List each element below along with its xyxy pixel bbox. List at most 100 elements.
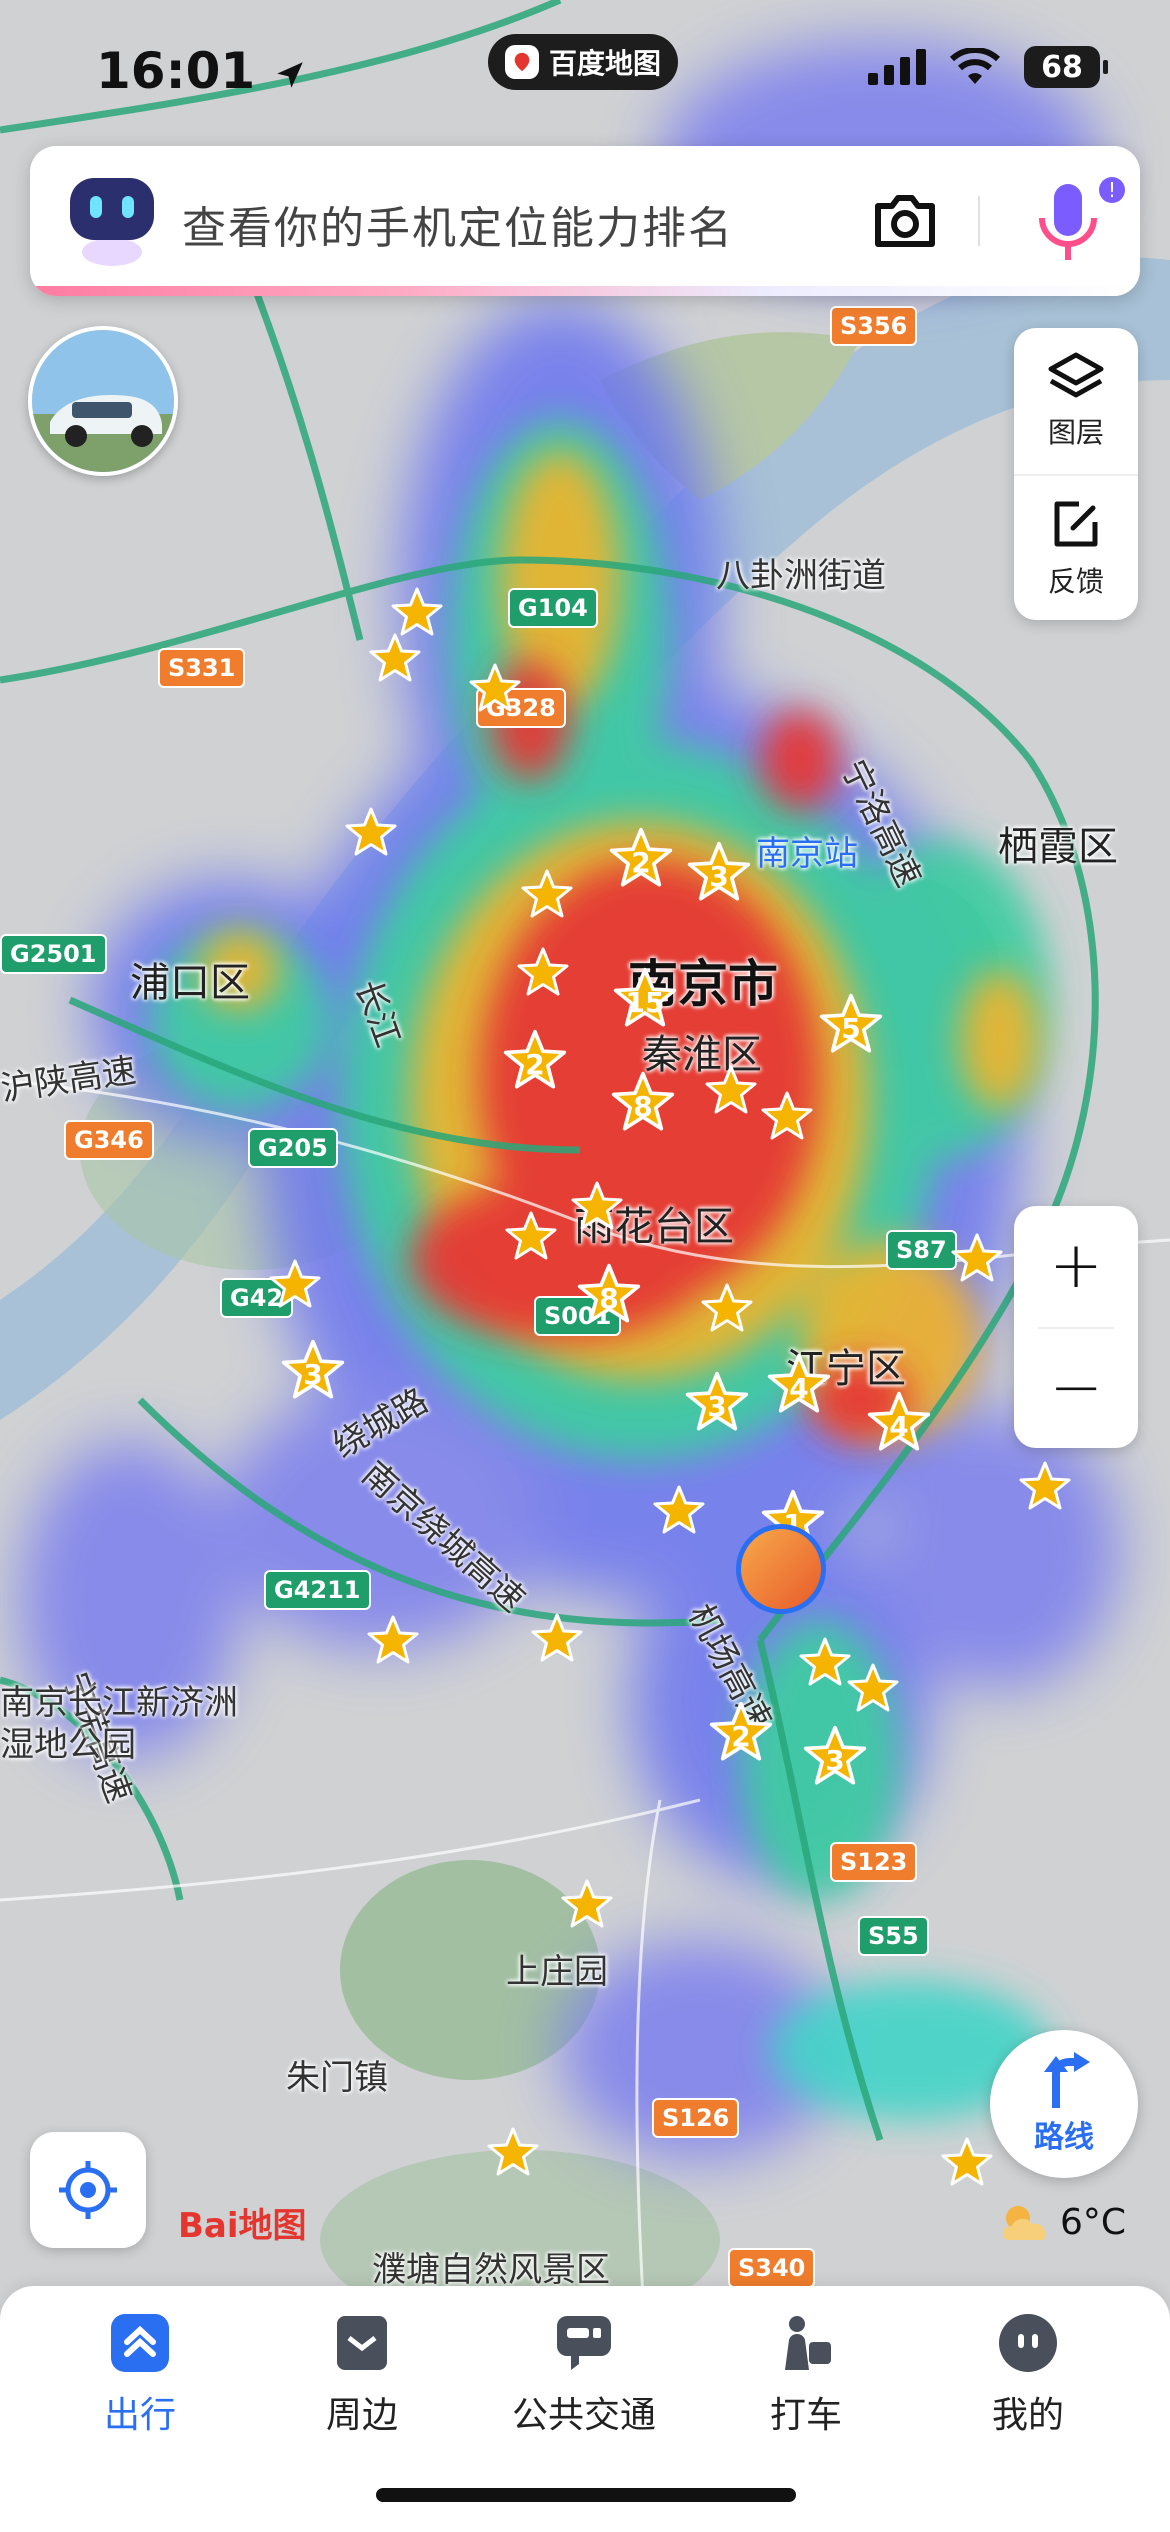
street-label[interactable]: 八卦洲街道 bbox=[716, 548, 886, 597]
app-name: 百度地图 bbox=[548, 47, 661, 80]
zoom-controls: + − bbox=[1014, 1206, 1138, 1448]
hotspot-star-icon[interactable] bbox=[1018, 1460, 1072, 1514]
hotspot-count: 8 bbox=[599, 1282, 619, 1315]
wifi-icon bbox=[950, 48, 1000, 84]
park-label-shangzhuang[interactable]: 上庄园 bbox=[506, 1944, 608, 1993]
tab-profile-label: 我的 bbox=[991, 2395, 1064, 2436]
hotspot-count: 8 bbox=[633, 1090, 653, 1123]
weather-temp: 6°C bbox=[1060, 2201, 1127, 2243]
highway-shield: G4211 bbox=[264, 1570, 371, 1610]
edit-feedback-icon bbox=[1054, 501, 1098, 547]
search-divider bbox=[978, 196, 980, 246]
hotspot-star-icon[interactable] bbox=[798, 1636, 852, 1690]
highway-shield: G104 bbox=[508, 588, 598, 628]
tab-taxi[interactable]: 打车 bbox=[706, 2312, 906, 2438]
hotspot-star-icon[interactable] bbox=[570, 1180, 624, 1234]
highway-shield: S123 bbox=[830, 1842, 918, 1882]
status-bar: 16:01 百度地图 68 bbox=[0, 0, 1170, 150]
tab-public-transit[interactable]: 公共交通 bbox=[484, 2312, 684, 2438]
hotspot-star-icon[interactable] bbox=[504, 1210, 558, 1264]
route-label: 路线 bbox=[1034, 2120, 1094, 2155]
signal-icon bbox=[868, 49, 926, 85]
hotspot-star-icon[interactable] bbox=[846, 1662, 900, 1716]
tab-travel[interactable]: 出行 bbox=[40, 2312, 240, 2438]
hotspot-star-icon[interactable] bbox=[530, 1612, 584, 1666]
battery-indicator: 68 bbox=[1024, 46, 1108, 88]
zoom-out-button[interactable]: − bbox=[1014, 1328, 1138, 1448]
camera-icon[interactable] bbox=[872, 190, 938, 250]
search-bar[interactable]: 查看你的手机定位能力排名 ! bbox=[30, 146, 1140, 296]
vehicle-avatar[interactable] bbox=[28, 326, 178, 476]
hotspot-count: 4 bbox=[889, 1410, 909, 1443]
highway-shield: S126 bbox=[652, 2098, 740, 2138]
hotspot-star-icon[interactable] bbox=[468, 662, 522, 716]
hotspot-star-icon[interactable] bbox=[486, 2126, 540, 2180]
baidu-map-logo: Bai地图 bbox=[178, 2206, 307, 2246]
nearby-icon bbox=[337, 2316, 387, 2370]
district-label-qixia[interactable]: 栖霞区 bbox=[998, 814, 1118, 872]
hotspot-star-icon[interactable] bbox=[366, 1614, 420, 1668]
hotspot-star-icon[interactable] bbox=[700, 1282, 754, 1336]
highway-shield: G205 bbox=[248, 1128, 338, 1168]
hotspot-star-icon[interactable] bbox=[704, 1064, 758, 1118]
crosshair-icon bbox=[59, 2161, 117, 2219]
layers-label: 图层 bbox=[1047, 416, 1104, 449]
hotspot-count: 5 bbox=[841, 1012, 861, 1045]
home-indicator bbox=[376, 2488, 796, 2502]
tab-profile[interactable]: 我的 bbox=[928, 2312, 1128, 2438]
hotspot-count: 3 bbox=[707, 1390, 727, 1423]
station-label[interactable]: 南京站 bbox=[756, 826, 858, 875]
taxi-icon bbox=[785, 2316, 831, 2370]
tab-public-transit-label: 公共交通 bbox=[511, 2395, 656, 2436]
park-label-wetland[interactable]: 南京长江新济洲湿地公园 bbox=[0, 1682, 270, 1766]
profile-icon bbox=[999, 2314, 1057, 2372]
partly-cloudy-icon bbox=[1002, 2206, 1046, 2240]
tab-nearby-label: 周边 bbox=[325, 2395, 398, 2436]
route-button[interactable]: 路线 bbox=[990, 2030, 1138, 2178]
tab-taxi-label: 打车 bbox=[769, 2395, 842, 2436]
hotspot-star-icon[interactable] bbox=[344, 806, 398, 860]
weather-widget[interactable]: 6°C bbox=[996, 2200, 1126, 2244]
layers-button[interactable]: 图层 bbox=[1014, 328, 1138, 474]
highway-shield: S356 bbox=[830, 306, 918, 346]
hotspot-star-icon[interactable] bbox=[560, 1878, 614, 1932]
baidu-map-app-icon bbox=[504, 45, 539, 79]
highway-shield: S55 bbox=[858, 1916, 929, 1956]
hotspot-count: 3 bbox=[825, 1744, 845, 1777]
search-input[interactable]: 查看你的手机定位能力排名 bbox=[182, 192, 734, 256]
app-indicator-pill[interactable]: 百度地图 bbox=[488, 34, 678, 90]
layers-icon bbox=[1048, 352, 1104, 398]
route-arrow-icon bbox=[1044, 2052, 1090, 2108]
hotspot-count: 2 bbox=[525, 1048, 545, 1081]
feedback-label: 反馈 bbox=[1047, 565, 1104, 598]
highway-shield: G2501 bbox=[0, 934, 107, 974]
user-location-avatar[interactable] bbox=[736, 1524, 826, 1614]
hotspot-star-icon[interactable] bbox=[516, 946, 570, 1000]
town-label-zhumen[interactable]: 朱门镇 bbox=[286, 2050, 388, 2099]
assistant-robot-icon[interactable] bbox=[64, 172, 160, 268]
location-arrow-icon bbox=[276, 61, 303, 88]
highway-shield: S87 bbox=[886, 1230, 957, 1270]
car-image-icon bbox=[32, 330, 174, 472]
map-tools-panel: 图层 反馈 bbox=[1014, 328, 1138, 620]
district-label-pukou[interactable]: 浦口区 bbox=[130, 950, 250, 1008]
zoom-in-button[interactable]: + bbox=[1014, 1206, 1138, 1326]
travel-icon bbox=[111, 2314, 169, 2372]
park-label-putang[interactable]: 濮塘自然风景区 bbox=[372, 2242, 610, 2291]
locate-me-button[interactable] bbox=[30, 2132, 146, 2248]
hotspot-count: 2 bbox=[731, 1720, 751, 1753]
hotspot-star-icon[interactable] bbox=[520, 868, 574, 922]
voice-mic-icon[interactable]: ! bbox=[1020, 174, 1130, 274]
hotspot-count: 3 bbox=[709, 860, 729, 893]
tab-travel-label: 出行 bbox=[103, 2395, 176, 2436]
hotspot-star-icon[interactable] bbox=[950, 1232, 1004, 1286]
status-time: 16:01 bbox=[96, 42, 307, 100]
hotspot-star-icon[interactable] bbox=[760, 1090, 814, 1144]
hotspot-star-icon[interactable] bbox=[268, 1258, 322, 1312]
hotspot-star-icon[interactable] bbox=[940, 2136, 994, 2190]
hotspot-star-icon[interactable] bbox=[652, 1484, 706, 1538]
feedback-button[interactable]: 反馈 bbox=[1014, 474, 1138, 622]
hotspot-count: 15 bbox=[625, 986, 665, 1019]
tab-nearby[interactable]: 周边 bbox=[262, 2312, 462, 2438]
hotspot-star-icon[interactable] bbox=[368, 632, 422, 686]
